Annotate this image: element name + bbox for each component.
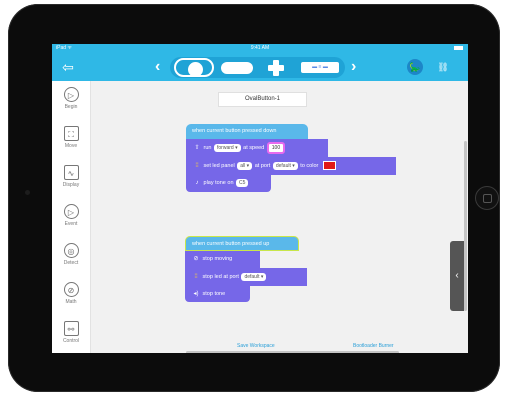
sidebar-item-math[interactable]: ⊘ Math [52, 282, 90, 305]
sidebar-item-begin[interactable]: ▷ Begin [52, 87, 90, 110]
stop-moving-block[interactable]: ⊘ stop moving [185, 251, 260, 268]
widget-name-label[interactable]: OvalButton-1 [218, 92, 307, 107]
arrow-up-icon: ⇧ [194, 145, 200, 151]
sidebar-item-label: Begin [64, 104, 78, 110]
control-icon: ⚯ [63, 321, 79, 336]
sidebar-item-detect[interactable]: ◎ Detect [52, 243, 90, 266]
robot-connect-icon[interactable]: 🦕 [407, 59, 423, 75]
port-dropdown[interactable]: default ▾ [272, 161, 298, 170]
vertical-scrollbar[interactable] [464, 141, 467, 311]
direction-dropdown[interactable]: forward ▾ [214, 143, 241, 152]
sidebar-item-move[interactable]: ⛶ Move [52, 126, 90, 149]
circle-button-widget-icon [188, 62, 203, 77]
music-note-icon: ♪ [195, 180, 199, 186]
battery-icon [454, 46, 463, 50]
camera [25, 190, 30, 195]
sidebar-item-event[interactable]: ▷ Event [52, 204, 90, 227]
stop-led-label: stop led [202, 274, 222, 280]
next-widget-arrow-icon[interactable]: › [351, 57, 356, 77]
wave-icon: ∿ [63, 165, 79, 180]
oval-button-widget-icon[interactable] [221, 62, 253, 74]
hat-label: when current button pressed down [192, 128, 277, 134]
speaker-icon: ◂) [193, 291, 199, 297]
status-bar: iPad ᯤ 9:41 AM [52, 44, 468, 53]
event-hat-pressed-up[interactable]: when current button pressed up [185, 236, 299, 251]
sidebar-item-display[interactable]: ∿ Display [52, 165, 90, 188]
workspace-canvas[interactable]: OvalButton-1 when current button pressed… [91, 81, 468, 353]
sidebar-item-label: Move [64, 143, 78, 149]
clock: 9:41 AM [250, 45, 270, 51]
run-label: run [203, 145, 212, 151]
at-port-label: at port [223, 274, 239, 280]
sensor-icon: ◎ [63, 243, 79, 258]
save-workspace-link[interactable]: Save Workspace [237, 343, 275, 349]
home-button[interactable] [475, 186, 499, 210]
play-icon: ▷ [63, 87, 79, 102]
port-dropdown[interactable]: default ▾ [241, 272, 267, 281]
block-category-sidebar: ▷ Begin ⛶ Move ∿ Display ▷ Event ◎ Detec… [52, 81, 91, 353]
note-dropdown[interactable]: C5 [236, 178, 249, 187]
bootloader-burner-link[interactable]: Bootloader Burner [353, 343, 394, 349]
event-hat-pressed-down[interactable]: when current button pressed down [186, 124, 308, 139]
sidebar-item-label: Control [62, 338, 80, 344]
stop-led-block[interactable]: ⁞⁞ stop led at port default ▾ [185, 268, 307, 286]
slider-widget-icon[interactable]: ▬ ≡ ▬ [301, 62, 339, 73]
stop-tone-label: stop tone [202, 291, 226, 297]
panel-dropdown[interactable]: all ▾ [237, 161, 253, 170]
stop-icon: ⊘ [193, 256, 199, 262]
led-icon: ⁞⁞ [194, 274, 198, 280]
set-led-label: set led panel [203, 163, 235, 169]
speed-input[interactable]: 100 [266, 141, 286, 154]
prev-widget-arrow-icon[interactable]: ‹ [155, 57, 160, 77]
sidebar-item-control[interactable]: ⚯ Control [52, 321, 90, 344]
at-port-label: at port [254, 163, 271, 169]
side-panel-toggle-chevron-icon[interactable]: ‹ [450, 241, 464, 311]
led-icon: ⁞⁞ [195, 163, 199, 169]
sidebar-item-label: Display [62, 182, 80, 188]
widget-palette: ▬ ≡ ▬ [170, 57, 345, 78]
play-tone-label: play tone on [203, 180, 234, 186]
play-tone-block[interactable]: ♪ play tone on C5 [186, 175, 271, 192]
horizontal-scrollbar[interactable] [186, 351, 399, 353]
color-picker[interactable] [322, 161, 336, 171]
sidebar-item-label: Detect [63, 260, 79, 266]
sidebar-item-label: Event [64, 221, 78, 227]
back-arrow-icon[interactable]: ⇦ [60, 59, 76, 75]
link-icon[interactable]: ⛓ [435, 59, 451, 75]
stop-moving-label: stop moving [202, 256, 233, 262]
to-color-label: to color [300, 163, 319, 169]
math-icon: ⊘ [63, 282, 79, 297]
toolbar: ⇦ ‹ ▬ ≡ ▬ › 🦕 ⛓ [52, 53, 468, 81]
at-speed-label: at speed [243, 145, 265, 151]
play-circle-icon: ▷ [63, 204, 79, 219]
hat-label: when current button pressed up [192, 241, 270, 247]
move-icon: ⛶ [63, 126, 79, 141]
set-led-block[interactable]: ⁞⁞ set led panel all ▾ at port default ▾… [186, 157, 396, 175]
app-screen: iPad ᯤ 9:41 AM ⇦ ‹ ▬ ≡ ▬ › 🦕 ⛓ ▷ Begin ⛶… [52, 44, 468, 353]
selected-widget-frame[interactable] [174, 58, 214, 77]
stop-tone-block[interactable]: ◂) stop tone [185, 286, 250, 302]
sidebar-item-label: Math [65, 299, 77, 305]
dpad-widget-icon[interactable] [268, 60, 284, 76]
run-block[interactable]: ⇧ run forward ▾ at speed 100 [186, 139, 328, 157]
